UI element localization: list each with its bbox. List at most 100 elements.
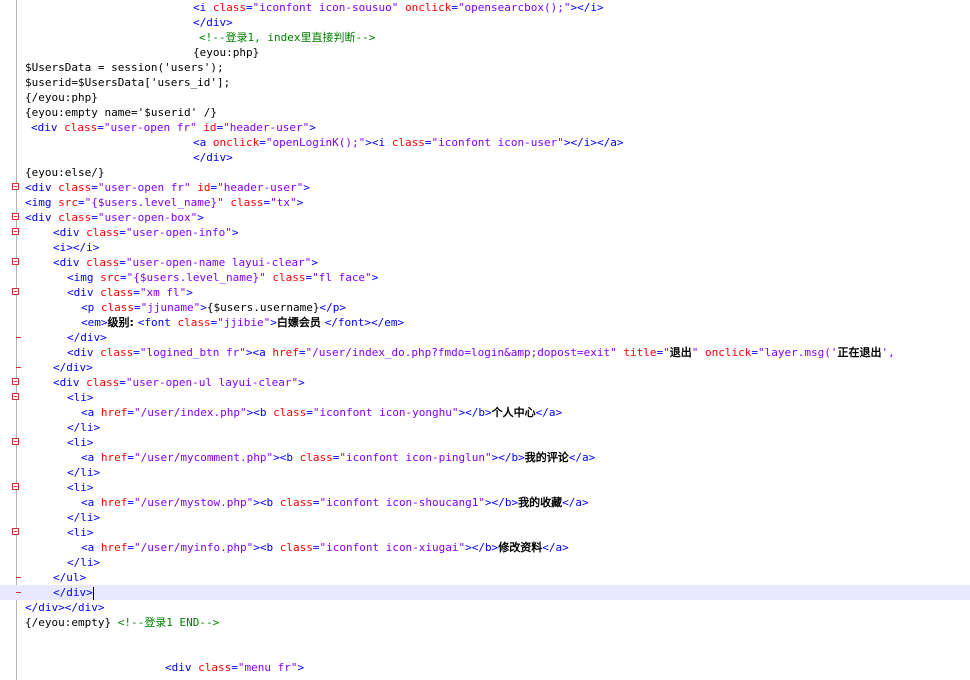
fold-collapse-icon[interactable] [12, 258, 19, 265]
code-token: class [272, 271, 306, 284]
fold-collapse-icon[interactable] [12, 483, 19, 490]
code-line[interactable]: <a href="/user/index.php"><b class="icon… [0, 405, 970, 420]
code-token: </div> [67, 331, 107, 344]
code-token: </li> [67, 421, 101, 434]
code-line[interactable]: <i class="iconfont icon-sousuo" onclick=… [0, 0, 970, 15]
code-token: $UsersData = session('users'); [25, 61, 224, 74]
code-text: </div></div> [25, 600, 104, 615]
code-token: {$users.username} [206, 301, 320, 314]
fold-collapse-icon[interactable] [12, 183, 19, 190]
code-token: = [127, 496, 134, 509]
fold-collapse-icon[interactable] [12, 228, 19, 235]
code-line[interactable]: <div class="logined_btn fr"><a href="/us… [0, 345, 970, 360]
code-editor[interactable]: <i class="iconfont icon-sousuo" onclick=… [0, 0, 970, 680]
code-token: class [86, 226, 120, 239]
code-line[interactable]: <a href="/user/myinfo.php"><b class="ico… [0, 540, 970, 555]
code-token: 退出 [669, 346, 692, 359]
fold-collapse-icon[interactable] [12, 288, 19, 295]
code-line[interactable]: </li> [0, 420, 970, 435]
code-line[interactable]: </li> [0, 510, 970, 525]
code-token: class [177, 316, 211, 329]
fold-collapse-icon[interactable] [12, 528, 19, 535]
code-token: class [212, 1, 246, 14]
fold-collapse-icon[interactable] [12, 438, 19, 445]
code-token: "iconfont icon-user" [431, 136, 564, 149]
code-line[interactable]: $userid=$UsersData['users_id']; [0, 75, 970, 90]
code-token: <i [193, 1, 213, 14]
code-line[interactable]: $UsersData = session('users'); [0, 60, 970, 75]
code-token: {eyou:empty name='$userid' /} [25, 106, 218, 119]
code-token: class [100, 346, 134, 359]
code-line[interactable]: </div> [0, 150, 970, 165]
code-token: onclick [404, 1, 452, 14]
code-token: > [197, 211, 204, 224]
code-line[interactable]: <li> [0, 525, 970, 540]
code-token: </div> [193, 16, 233, 29]
code-line[interactable]: {eyou:empty name='$userid' /} [0, 105, 970, 120]
code-line[interactable]: <p class="jjuname">{$users.username}</p> [0, 300, 970, 315]
code-line[interactable]: <i></i> [0, 240, 970, 255]
code-line[interactable]: <img src="{$users.level_name}" class="fl… [0, 270, 970, 285]
code-token: > [231, 226, 239, 239]
code-line[interactable]: <!--登录1, index里直接判断--> [0, 30, 970, 45]
code-line[interactable]: <a onclick="openLoginK();"><i class="ico… [0, 135, 970, 150]
code-token: ><b [253, 496, 280, 509]
code-line[interactable]: <div class="user-open fr" id="header-use… [0, 180, 970, 195]
code-token: href [100, 496, 128, 509]
code-line[interactable]: <div class="user-open-ul layui-clear"> [0, 375, 970, 390]
code-line[interactable]: {/eyou:empty} <!--登录1 END--> [0, 615, 970, 630]
code-text: </li> [67, 555, 100, 570]
code-line[interactable]: </div> [0, 360, 970, 375]
code-line[interactable]: <li> [0, 390, 970, 405]
code-token: = [78, 196, 85, 209]
code-line[interactable]: <div class="user-open-box"> [0, 210, 970, 225]
code-line[interactable]: </ul> [0, 570, 970, 585]
code-token: </div> [193, 151, 233, 164]
code-line[interactable]: <div class="user-open-name layui-clear"> [0, 255, 970, 270]
code-line[interactable] [0, 630, 970, 645]
fold-collapse-icon[interactable] [12, 378, 19, 385]
code-text: <a href="/user/mystow.php"><b class="ico… [81, 495, 589, 510]
code-line[interactable]: {eyou:else/} [0, 165, 970, 180]
code-line[interactable]: <div class="user-open-info"> [0, 225, 970, 240]
fold-collapse-icon[interactable] [12, 213, 19, 220]
code-line[interactable]: <div class="xm fl"> [0, 285, 970, 300]
code-line[interactable]: </li> [0, 555, 970, 570]
code-line[interactable]: {/eyou:php} [0, 90, 970, 105]
code-lines[interactable]: <i class="iconfont icon-sousuo" onclick=… [0, 0, 970, 675]
code-token: 正在退出 [837, 346, 882, 359]
code-text: <div class="logined_btn fr"><a href="/us… [67, 345, 895, 360]
code-token: </div> [53, 361, 93, 374]
code-line[interactable]: <img src="{$users.level_name}" class="tx… [0, 195, 970, 210]
code-line[interactable]: <div class="menu fr"> [0, 660, 970, 675]
code-token: 修改资料 [498, 541, 543, 554]
code-text: <a href="/user/mycomment.php"><b class="… [81, 450, 595, 465]
code-token: > [371, 271, 379, 284]
code-token: ></i> [570, 1, 604, 14]
code-line[interactable]: </div> [0, 585, 970, 600]
code-line[interactable]: {eyou:php} [0, 45, 970, 60]
code-line[interactable]: </div> [0, 330, 970, 345]
code-token: > [270, 316, 277, 329]
code-token: = [127, 541, 134, 554]
code-line[interactable]: <li> [0, 480, 970, 495]
code-line[interactable]: <div class="user-open fr" id="header-use… [0, 120, 970, 135]
code-line[interactable]: <a href="/user/mycomment.php"><b class="… [0, 450, 970, 465]
code-line[interactable]: <li> [0, 435, 970, 450]
code-line[interactable]: <em>级别: <font class="jjibie">白嫖会员 </font… [0, 315, 970, 330]
code-text: <li> [67, 435, 94, 450]
code-line[interactable]: </div></div> [0, 600, 970, 615]
text-caret [92, 586, 94, 600]
code-token: <div [25, 181, 59, 194]
code-line[interactable] [0, 645, 970, 660]
code-line[interactable]: <a href="/user/mystow.php"><b class="ico… [0, 495, 970, 510]
fold-collapse-icon[interactable] [12, 393, 19, 400]
code-token: </div> [53, 586, 93, 599]
code-text: <div class="user-open-info"> [53, 225, 238, 240]
code-token: </a> [562, 496, 589, 509]
code-line[interactable]: </li> [0, 465, 970, 480]
code-line[interactable]: </div> [0, 15, 970, 30]
code-token: "logined_btn fr" [139, 346, 246, 359]
code-text: {eyou:php} [193, 45, 259, 60]
code-token: </p> [319, 301, 346, 314]
